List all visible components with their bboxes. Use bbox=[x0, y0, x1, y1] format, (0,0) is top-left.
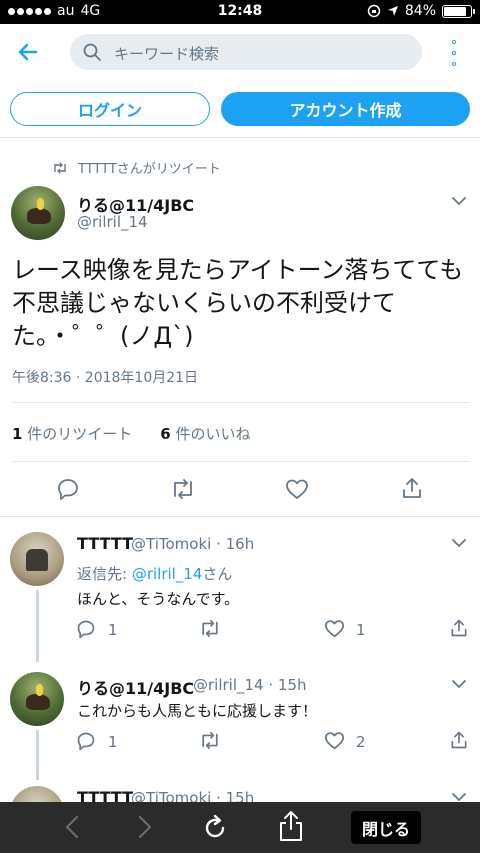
tweet-text: レース映像を見たらアイトーン落ちてても不思議じゃないくらいの不利受けてた。・゜゜… bbox=[12, 256, 464, 350]
retweet-icon[interactable] bbox=[170, 478, 196, 500]
reply-count: 1 bbox=[108, 621, 118, 639]
share-icon[interactable] bbox=[400, 476, 424, 500]
author-handle[interactable]: @rilril_14 bbox=[77, 213, 148, 231]
like-heart-icon[interactable] bbox=[285, 478, 309, 500]
chevron-down-icon[interactable] bbox=[451, 792, 467, 802]
reply-author-handle[interactable]: @rilril_14 · 15h bbox=[193, 676, 307, 694]
divider bbox=[12, 461, 470, 462]
thread-connector bbox=[36, 590, 39, 662]
chevron-down-icon[interactable] bbox=[451, 679, 467, 689]
search-input[interactable]: キーワード検索 bbox=[70, 34, 422, 70]
thread-connector bbox=[36, 730, 39, 780]
mention-link[interactable]: @rilril_14 bbox=[132, 565, 203, 583]
reply-author-handle[interactable]: @TiTomoki · 16h bbox=[131, 535, 254, 553]
reply-to-context: 返信先: @rilril_14さん bbox=[77, 565, 233, 583]
signup-button[interactable]: アカウント作成 bbox=[221, 92, 470, 126]
tweet-timestamp: 午後8:36 · 2018年10月21日 bbox=[12, 370, 199, 386]
more-options-icon[interactable] bbox=[446, 40, 462, 66]
location-arrow-icon bbox=[387, 6, 398, 16]
reload-icon[interactable] bbox=[201, 814, 229, 842]
browser-toolbar: 閉じる bbox=[0, 802, 480, 853]
divider bbox=[0, 516, 480, 517]
like-count: 2 bbox=[356, 733, 366, 751]
likes-stat[interactable]: 6 件のいいね bbox=[160, 423, 250, 444]
retweet-icon[interactable] bbox=[199, 731, 221, 750]
avatar[interactable] bbox=[10, 532, 64, 586]
retweet-icon[interactable] bbox=[199, 619, 221, 638]
retweet-icon bbox=[54, 162, 66, 173]
battery-percent: 84% bbox=[404, 3, 436, 19]
back-arrow-icon[interactable] bbox=[14, 38, 42, 66]
reply-count: 1 bbox=[108, 733, 118, 751]
like-count: 1 bbox=[356, 621, 366, 639]
browser-forward-icon[interactable] bbox=[133, 814, 155, 840]
reply-icon[interactable] bbox=[56, 477, 80, 501]
status-bar: au 4G 12:48 84% bbox=[0, 0, 480, 24]
retweet-context: TTTTTさんがリツイート bbox=[52, 158, 221, 177]
retweeted-by-label: TTTTTさんがリツイート bbox=[78, 162, 221, 177]
reply-text: ほんと、そうなんです。 bbox=[77, 590, 240, 608]
login-button[interactable]: ログイン bbox=[10, 92, 210, 126]
reply-author-name[interactable]: TTTTT bbox=[77, 534, 133, 553]
chevron-down-icon[interactable] bbox=[451, 196, 467, 206]
reply-text: これからも人馬ともに応援します！ bbox=[77, 702, 318, 720]
rotation-lock-icon bbox=[367, 4, 381, 18]
chevron-down-icon[interactable] bbox=[451, 538, 467, 548]
search-header: キーワード検索 bbox=[0, 24, 480, 82]
avatar[interactable] bbox=[10, 672, 64, 726]
search-placeholder: キーワード検索 bbox=[114, 45, 220, 63]
share-icon[interactable] bbox=[449, 730, 469, 750]
share-icon[interactable] bbox=[449, 618, 469, 638]
search-icon bbox=[83, 43, 101, 61]
battery-icon bbox=[442, 4, 475, 18]
browser-back-icon[interactable] bbox=[62, 814, 84, 840]
avatar[interactable] bbox=[11, 186, 65, 240]
close-button[interactable]: 閉じる bbox=[351, 811, 421, 844]
reply-author-name[interactable]: りる@11/4JBC bbox=[77, 675, 194, 699]
reply-icon[interactable] bbox=[76, 619, 96, 639]
divider bbox=[12, 402, 470, 403]
tweet-stats: 1 件のリツイート 6 件のいいね bbox=[12, 423, 250, 444]
like-heart-icon[interactable] bbox=[324, 731, 345, 750]
share-page-icon[interactable] bbox=[278, 810, 304, 842]
divider bbox=[0, 137, 480, 138]
retweets-stat[interactable]: 1 件のリツイート bbox=[12, 423, 132, 444]
reply-icon[interactable] bbox=[76, 731, 96, 751]
like-heart-icon[interactable] bbox=[324, 619, 345, 638]
